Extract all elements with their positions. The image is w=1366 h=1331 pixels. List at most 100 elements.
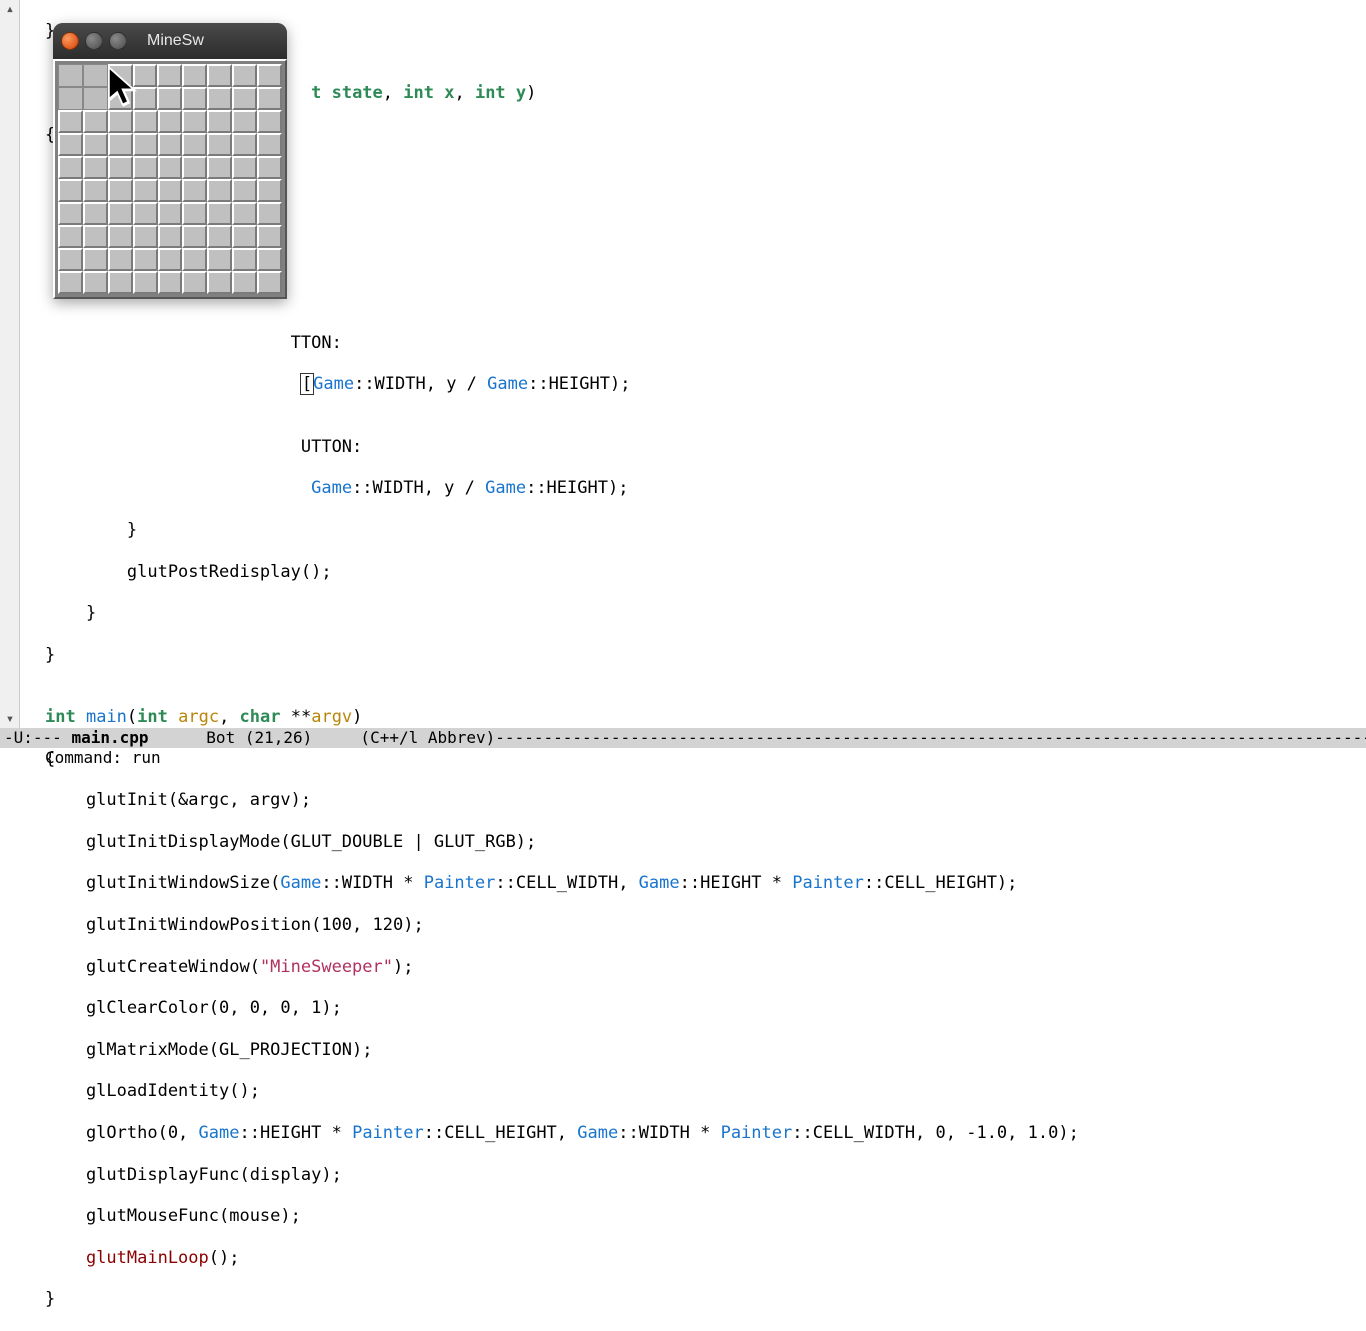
mine-cell[interactable] [83, 202, 108, 225]
mine-cell[interactable] [158, 248, 183, 271]
mine-cell[interactable] [182, 156, 207, 179]
mine-cell[interactable] [58, 133, 83, 156]
mine-cell[interactable] [157, 64, 182, 87]
mine-cell[interactable] [83, 248, 108, 271]
mine-cell[interactable] [257, 271, 282, 294]
mine-cell[interactable] [108, 156, 133, 179]
mine-cell[interactable] [182, 133, 207, 156]
mine-cell[interactable] [257, 110, 282, 133]
mine-cell[interactable] [257, 64, 282, 87]
mine-cell[interactable] [158, 202, 183, 225]
mine-cell[interactable] [133, 64, 158, 87]
mine-cell[interactable] [83, 179, 108, 202]
mine-cell[interactable] [232, 156, 257, 179]
mine-cell[interactable] [133, 133, 158, 156]
mine-cell[interactable] [182, 110, 207, 133]
mine-cell[interactable] [83, 271, 108, 294]
mine-cell[interactable] [133, 87, 158, 110]
mine-cell[interactable] [207, 110, 232, 133]
mine-cell[interactable] [182, 225, 207, 248]
mine-cell[interactable] [232, 225, 257, 248]
mine-cell[interactable] [182, 248, 207, 271]
mine-cell[interactable] [207, 225, 232, 248]
mine-cell[interactable] [207, 179, 232, 202]
scroll-down-icon[interactable]: ▾ [3, 712, 17, 726]
mine-cell[interactable] [257, 87, 282, 110]
mine-cell[interactable] [58, 64, 83, 87]
mine-cell[interactable] [108, 225, 133, 248]
mine-cell[interactable] [83, 110, 108, 133]
mine-cell[interactable] [182, 87, 207, 110]
minimize-icon[interactable] [85, 32, 103, 50]
mine-cell[interactable] [257, 225, 282, 248]
mine-cell[interactable] [158, 110, 183, 133]
mine-cell[interactable] [182, 271, 207, 294]
minesweeper-grid[interactable] [53, 59, 287, 299]
mine-cell[interactable] [58, 110, 83, 133]
mine-cell[interactable] [232, 202, 257, 225]
mine-cell[interactable] [108, 64, 133, 87]
close-icon[interactable] [61, 32, 79, 50]
mine-cell[interactable] [108, 87, 133, 110]
mine-cell[interactable] [257, 202, 282, 225]
editor-scrollbar[interactable]: ▴ ▾ [0, 0, 20, 728]
minesweeper-window[interactable]: MineSw [53, 23, 287, 299]
mine-cell[interactable] [108, 110, 133, 133]
mine-cell[interactable] [182, 64, 207, 87]
mine-cell[interactable] [58, 225, 83, 248]
mine-cell[interactable] [133, 248, 158, 271]
mine-cell[interactable] [207, 156, 232, 179]
mine-cell[interactable] [207, 87, 232, 110]
mine-cell[interactable] [108, 271, 133, 294]
mine-cell[interactable] [257, 156, 282, 179]
mine-cell[interactable] [58, 248, 83, 271]
mine-cell[interactable] [232, 179, 257, 202]
mine-cell[interactable] [108, 179, 133, 202]
mine-cell[interactable] [207, 271, 232, 294]
maximize-icon[interactable] [109, 32, 127, 50]
mine-cell[interactable] [133, 156, 158, 179]
mine-cell[interactable] [83, 133, 108, 156]
mine-cell[interactable] [232, 133, 257, 156]
mine-cell[interactable] [182, 202, 207, 225]
mine-cell[interactable] [58, 156, 83, 179]
mine-cell[interactable] [108, 248, 133, 271]
mine-cell[interactable] [83, 64, 108, 87]
mine-cell[interactable] [158, 156, 183, 179]
mine-cell[interactable] [158, 225, 183, 248]
scroll-up-icon[interactable]: ▴ [3, 2, 17, 16]
mine-cell[interactable] [108, 133, 133, 156]
mine-cell[interactable] [58, 179, 83, 202]
window-titlebar[interactable]: MineSw [53, 23, 287, 59]
mine-cell[interactable] [133, 225, 158, 248]
mine-cell[interactable] [108, 202, 133, 225]
mine-cell[interactable] [58, 271, 83, 294]
mine-cell[interactable] [83, 156, 108, 179]
mine-cell[interactable] [83, 87, 108, 110]
mine-cell[interactable] [58, 202, 83, 225]
mine-cell[interactable] [158, 133, 183, 156]
mine-cell[interactable] [232, 87, 257, 110]
mine-cell[interactable] [133, 110, 158, 133]
mine-cell[interactable] [232, 64, 257, 87]
mine-cell[interactable] [182, 179, 207, 202]
mine-cell[interactable] [207, 248, 232, 271]
mine-cell[interactable] [207, 133, 232, 156]
mine-cell[interactable] [133, 271, 158, 294]
mine-cell[interactable] [207, 202, 232, 225]
mine-cell[interactable] [207, 64, 232, 87]
mine-cell[interactable] [257, 133, 282, 156]
mine-cell[interactable] [157, 87, 182, 110]
mine-cell[interactable] [158, 179, 183, 202]
mine-cell[interactable] [257, 248, 282, 271]
minibuffer[interactable]: Command: run [0, 748, 1366, 768]
mine-cell[interactable] [133, 179, 158, 202]
mine-cell[interactable] [232, 271, 257, 294]
mine-cell[interactable] [257, 179, 282, 202]
mine-cell[interactable] [58, 87, 83, 110]
mine-cell[interactable] [83, 225, 108, 248]
mine-cell[interactable] [232, 110, 257, 133]
mine-cell[interactable] [158, 271, 183, 294]
mine-cell[interactable] [133, 202, 158, 225]
mine-cell[interactable] [232, 248, 257, 271]
